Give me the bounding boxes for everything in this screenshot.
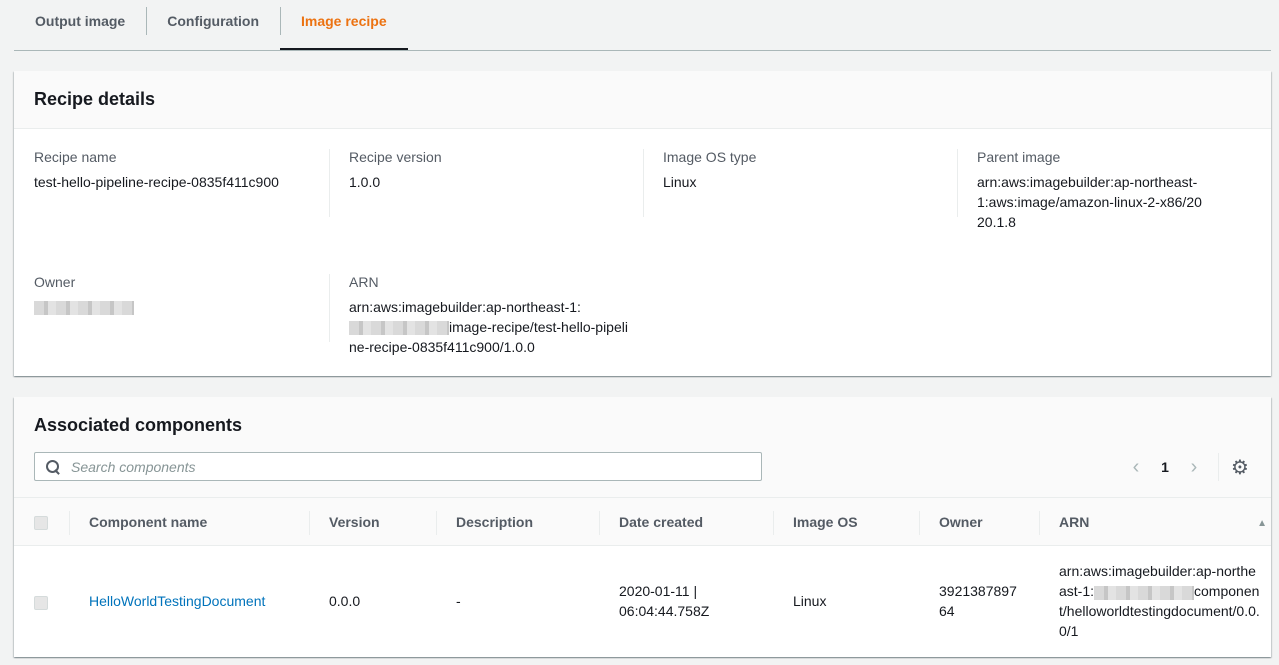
image-os-type-field: Image OS type Linux [643,147,938,217]
recipe-arn-label: ARN [349,274,379,290]
sort-ascending-icon[interactable]: ▲ [1257,518,1267,529]
recipe-version-label: Recipe version [349,149,442,165]
pager-divider [1218,453,1219,481]
arn-cell: arn:aws:imagebuilder:ap-northeast-1: comp… [1059,563,1260,640]
associated-components-panel: Associated components ‹ 1 › ⚙ Component … [14,397,1271,657]
owner-field: Owner [14,272,309,317]
column-header-date-created[interactable]: Date created [599,497,773,546]
recipe-name-field: Recipe name test-hello-pipeline-recipe-0… [14,147,309,192]
recipe-version-field: Recipe version 1.0.0 [329,147,624,217]
description-cell: - [456,593,461,610]
recipe-name-value: test-hello-pipeline-recipe-0835f411c900 [34,174,279,190]
table-header-row: Component name Version Description Date … [14,497,1271,546]
parent-image-label: Parent image [977,149,1061,165]
search-icon [46,459,60,474]
image-os-type-label: Image OS type [663,149,757,165]
components-header: Associated components ‹ 1 › ⚙ [14,397,1271,497]
recipe-arn-field: ARN arn:aws:imagebuilder:ap-northeast-1:… [329,272,629,355]
recipe-details-panel: Recipe details Recipe name test-hello-pi… [14,71,1271,376]
date-created-cell: 2020-01-11 | 06:04:44.758Z [619,583,710,620]
version-cell: 0.0.0 [329,593,361,610]
select-all-checkbox[interactable] [34,515,48,530]
page-number[interactable]: 1 [1150,459,1180,475]
row-select-cell [14,546,69,657]
owner-label: Owner [34,274,76,290]
search-box [34,452,762,481]
column-header-owner[interactable]: Owner [919,497,1039,546]
column-header-arn[interactable]: ARN ▲ [1039,497,1271,546]
table-row: HelloWorldTestingDocument 0.0.0 - 2020-0… [14,546,1271,657]
column-header-description[interactable]: Description [436,497,599,546]
owner-cell: 392138789764 [939,583,1017,620]
components-table: Component name Version Description Date … [14,497,1271,657]
select-all-header [14,497,69,546]
recipe-details-title: Recipe details [14,71,1271,129]
chevron-right-icon[interactable]: › [1180,453,1208,481]
recipe-version-value: 1.0.0 [349,174,381,190]
recipe-name-label: Recipe name [34,149,117,165]
search-input[interactable] [69,457,761,476]
components-title: Associated components [34,415,243,435]
recipe-arn-value: arn:aws:imagebuilder:ap-northeast-1:imag… [349,299,628,355]
row-checkbox[interactable] [34,595,48,610]
image-os-type-value: Linux [663,174,697,190]
column-header-arn-label: ARN [1059,513,1090,530]
chevron-left-icon[interactable]: ‹ [1122,453,1150,481]
image-os-cell: Linux [793,593,827,610]
pagination: ‹ 1 › ⚙ [1122,453,1251,481]
tab-image-recipe[interactable]: Image recipe [280,0,408,50]
tab-output-image[interactable]: Output image [14,0,146,42]
column-header-version[interactable]: Version [309,497,436,546]
tab-configuration[interactable]: Configuration [146,0,280,42]
gear-icon[interactable]: ⚙ [1229,456,1251,479]
column-header-image-os[interactable]: Image OS [773,497,919,546]
component-name-link[interactable]: HelloWorldTestingDocument [89,593,265,609]
parent-image-value: arn:aws:imagebuilder:ap-northeast-1:aws:… [977,174,1202,230]
tab-bar: Output image Configuration Image recipe [14,0,1271,51]
column-header-component-name[interactable]: Component name [69,497,309,546]
component-name-cell: HelloWorldTestingDocument [69,546,309,657]
owner-value-redacted [34,297,309,317]
parent-image-field: Parent image arn:aws:imagebuilder:ap-nor… [957,147,1207,230]
